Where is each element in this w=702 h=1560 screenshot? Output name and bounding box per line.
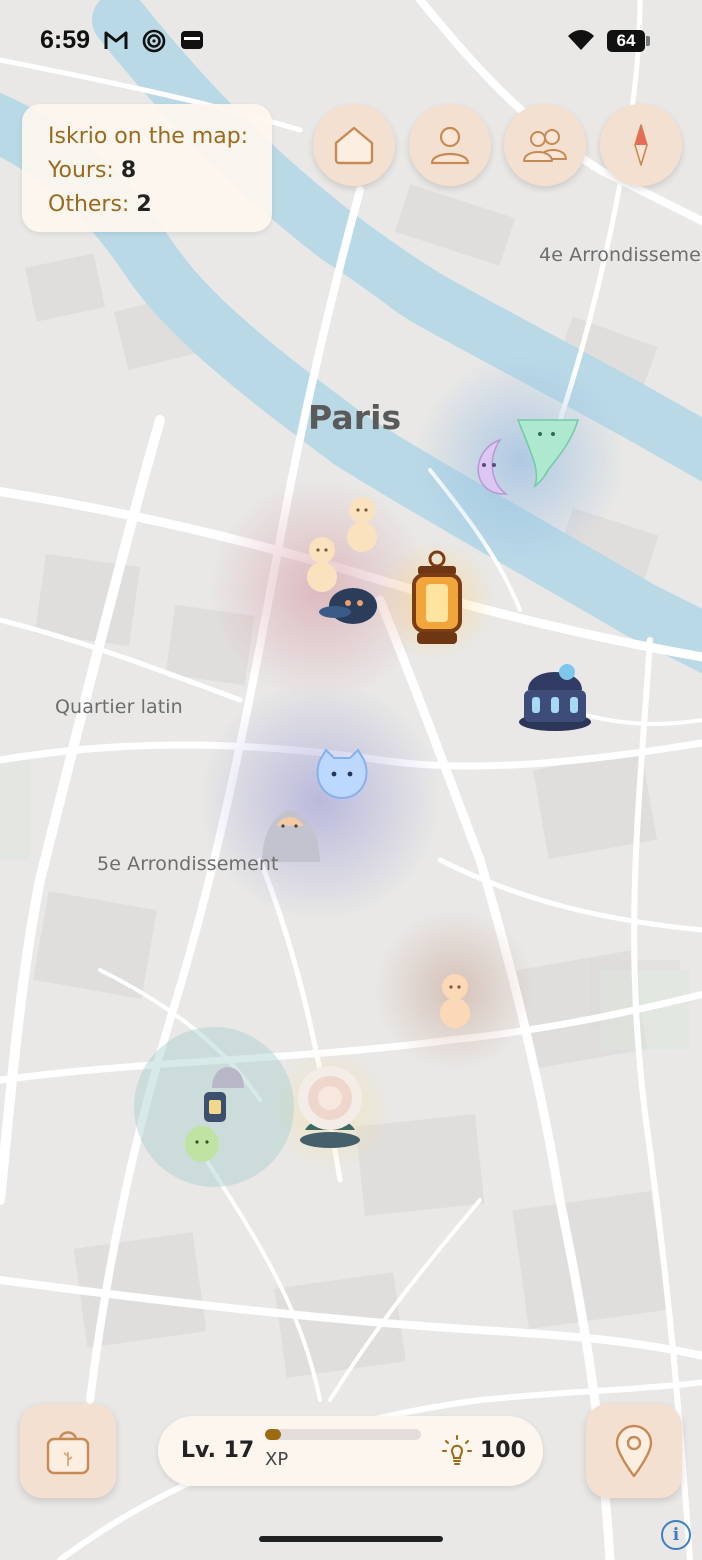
inventory-bag-button[interactable] <box>20 1404 116 1498</box>
light-bulb-icon <box>442 1435 472 1465</box>
home-indicator[interactable] <box>259 1536 443 1542</box>
ice-cat-creature[interactable] <box>316 748 368 800</box>
friends-icon <box>523 129 567 162</box>
battery-tip <box>646 36 650 46</box>
friends-button[interactable] <box>504 104 586 186</box>
others-label: Others: <box>48 192 130 217</box>
map-view[interactable] <box>0 0 702 1560</box>
gmail-icon <box>104 31 128 49</box>
map-label-city: Paris <box>308 398 402 437</box>
map-label-district-5: 5e Arrondissement <box>97 853 279 875</box>
profile-icon <box>430 126 470 165</box>
compass-icon <box>634 124 648 166</box>
wifi-icon <box>568 30 594 50</box>
battery-indicator: 64 <box>607 30 645 52</box>
spiral-app-icon <box>142 29 166 53</box>
iskrio-yours-row: Yours: 8 <box>48 158 136 183</box>
home-icon <box>334 126 374 165</box>
status-bar: 6:59 64 <box>0 0 702 80</box>
others-count: 2 <box>136 192 152 217</box>
bag-icon <box>46 1431 90 1475</box>
map-label-quarter: Quartier latin <box>55 696 183 718</box>
iskrio-count-card: Iskrio on the map: Yours: 8 Others: 2 <box>22 104 272 232</box>
xp-progress-fill <box>265 1429 281 1440</box>
location-pin-icon <box>615 1424 653 1478</box>
small-lantern-object[interactable] <box>204 1092 226 1122</box>
profile-button[interactable] <box>409 104 491 186</box>
compass-button[interactable] <box>600 104 682 186</box>
iskrio-card-title: Iskrio on the map: <box>48 124 249 149</box>
home-button[interactable] <box>313 104 395 186</box>
wallet-icon <box>181 31 203 49</box>
flower-creature[interactable] <box>298 1066 362 1148</box>
xp-progress-bar <box>265 1429 421 1440</box>
level-status-bar: Lv. 17 XP 100 <box>158 1416 543 1486</box>
green-slime-creature[interactable] <box>185 1126 219 1162</box>
xp-label: XP <box>265 1449 289 1470</box>
map-label-district-4: 4e Arrondissement <box>539 244 702 266</box>
level-label: Lv. 17 <box>181 1438 255 1463</box>
status-time: 6:59 <box>40 26 91 54</box>
yours-label: Yours: <box>48 158 114 183</box>
location-pin-button[interactable] <box>586 1404 682 1498</box>
iskrio-others-row: Others: 2 <box>48 192 152 217</box>
map-attribution-info-icon[interactable]: i <box>661 1520 691 1550</box>
yours-count: 8 <box>120 158 137 183</box>
light-count: 100 <box>480 1438 526 1463</box>
